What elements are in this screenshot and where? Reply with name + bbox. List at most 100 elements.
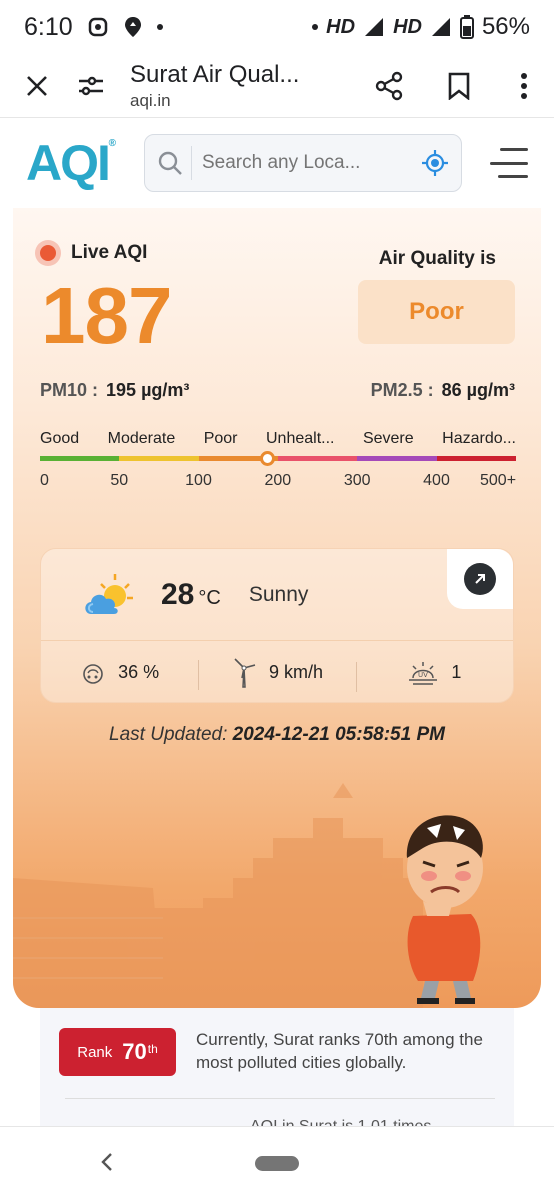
aqi-card: Live AQI 187 Air Quality is Poor PM10 : 1… xyxy=(13,208,541,1008)
signal-icon xyxy=(365,18,384,36)
pm10-value: 195 µg/m³ xyxy=(106,380,190,400)
rank-label: Rank xyxy=(77,1043,113,1061)
weather-condition: Sunny xyxy=(248,582,309,606)
scale-label-unhealthy: Unhealt... xyxy=(265,430,335,447)
home-gesture-pill[interactable] xyxy=(255,1156,299,1171)
uv-index-icon: UV xyxy=(409,662,438,685)
logo-text: AQI xyxy=(26,135,111,191)
search-divider xyxy=(191,146,192,180)
wind-value: 9 km/h xyxy=(268,661,323,682)
humidity-icon xyxy=(83,664,103,684)
bookmark-button[interactable] xyxy=(424,59,494,113)
uv-value: 1 xyxy=(451,661,462,682)
scale-label-poor: Poor xyxy=(203,430,238,447)
location-app-icon xyxy=(124,17,141,37)
scale-segment-unhealthy xyxy=(277,456,358,461)
hamburger-menu-button[interactable] xyxy=(488,148,528,178)
aqi-scale-marker xyxy=(260,451,276,466)
humidity-cell: 36 % xyxy=(41,659,198,685)
live-aqi-text: Live AQI xyxy=(71,242,148,263)
weather-widget: 28 °C Sunny 36 % 9 km/h UV 1 xyxy=(40,548,514,703)
pm25-label: PM2.5 : xyxy=(370,380,434,400)
scale-label-severe: Severe xyxy=(362,430,414,447)
last-updated-label: Last Updated: xyxy=(109,724,228,745)
battery-icon xyxy=(459,15,474,39)
scale-tick: 0 xyxy=(40,472,49,489)
air-quality-label: Air Quality is xyxy=(378,248,496,269)
pm25-reading: PM2.5 : 86 µg/m³ xyxy=(371,380,515,401)
aqi-scale-bar xyxy=(40,451,516,466)
scale-label-moderate: Moderate xyxy=(107,430,176,447)
notification-dot xyxy=(156,24,163,30)
pm10-reading: PM10 : 195 µg/m³ xyxy=(40,380,189,401)
tab-title-area[interactable]: Surat Air Qual... aqi.in xyxy=(118,61,354,111)
search-icon xyxy=(158,151,182,175)
svg-text:UV: UV xyxy=(418,671,428,679)
rank-suffix: th xyxy=(147,1042,158,1056)
temperature-unit: °C xyxy=(198,586,221,609)
air-quality-status: Poor xyxy=(358,280,515,344)
wind-turbine-icon xyxy=(234,658,256,688)
share-icon xyxy=(375,71,403,100)
scale-tick: 300 xyxy=(343,472,371,489)
menu-line xyxy=(498,175,528,178)
live-aqi-label: Live AQI xyxy=(35,240,147,266)
pm10-label: PM10 : xyxy=(40,380,99,400)
site-header: AQI ® xyxy=(0,118,554,208)
more-vert-icon xyxy=(521,72,527,99)
status-time: 6:10 xyxy=(24,12,73,41)
share-button[interactable] xyxy=(354,59,424,113)
temperature: 28 °C xyxy=(161,578,221,612)
aqi-value: 187 xyxy=(41,271,172,360)
partly-sunny-icon xyxy=(85,573,133,614)
rank-description: Currently, Surat ranks 70th among the mo… xyxy=(196,1030,483,1072)
scale-segment-severe xyxy=(357,456,437,461)
scale-segment-hazardous xyxy=(436,456,516,461)
search-input[interactable] xyxy=(202,152,421,174)
menu-line xyxy=(490,161,528,165)
last-updated: Last Updated: 2024-12-21 05:58:51 PM xyxy=(13,724,541,746)
menu-line xyxy=(500,148,528,151)
aqi-scale-labels: Good Moderate Poor Unhealt... Severe Haz… xyxy=(40,430,516,448)
scale-tick: 50 xyxy=(110,472,129,489)
tab-title: Surat Air Qual... xyxy=(130,60,300,88)
battery-percent: 56% xyxy=(481,13,530,40)
notification-dot xyxy=(312,24,319,30)
wind-cell: 9 km/h xyxy=(198,656,355,690)
scale-segment-good xyxy=(40,456,120,461)
rank-divider xyxy=(65,1098,495,1099)
bookmark-icon xyxy=(448,72,470,100)
registered-mark: ® xyxy=(108,138,117,149)
aqi-logo[interactable]: AQI ® xyxy=(26,134,144,192)
close-tab-button[interactable] xyxy=(10,59,64,113)
location-search[interactable] xyxy=(144,134,462,192)
system-navigation-bar xyxy=(0,1126,554,1200)
more-options-button[interactable] xyxy=(494,59,554,113)
uv-cell: UV 1 xyxy=(355,658,513,692)
aqi-scale-ticks: 0 50 100 200 300 400 500+ xyxy=(40,472,516,492)
rank-badge: Rank 70th xyxy=(59,1028,176,1076)
custom-tab-bar: Surat Air Qual... aqi.in xyxy=(0,54,554,118)
open-weather-button[interactable] xyxy=(447,549,513,609)
camera-app-icon xyxy=(88,17,107,37)
chevron-left-icon xyxy=(101,1153,112,1171)
site-settings-button[interactable] xyxy=(64,59,118,113)
network-label: HD xyxy=(326,15,356,38)
scale-label-good: Good xyxy=(40,430,80,447)
back-button[interactable] xyxy=(92,1147,122,1177)
arrow-up-right-icon xyxy=(464,563,496,595)
close-icon xyxy=(27,75,47,96)
scale-segment-moderate xyxy=(119,456,199,461)
coughing-boy-illustration xyxy=(406,815,483,1004)
scale-tick: 100 xyxy=(185,472,212,489)
rank-section: Rank 70th Currently, Surat ranks 70th am… xyxy=(40,1008,514,1128)
scale-tick: 500+ xyxy=(480,472,517,489)
pm25-value: 86 µg/m³ xyxy=(441,380,515,400)
last-updated-value: 2024-12-21 05:58:51 PM xyxy=(232,724,445,745)
rank-number: 70 xyxy=(122,1039,147,1064)
network-label-2: HD xyxy=(393,15,422,38)
locate-me-icon[interactable] xyxy=(421,149,449,177)
live-dot-icon xyxy=(35,240,61,266)
scale-tick: 400 xyxy=(423,472,450,489)
temperature-value: 28 xyxy=(161,577,195,611)
